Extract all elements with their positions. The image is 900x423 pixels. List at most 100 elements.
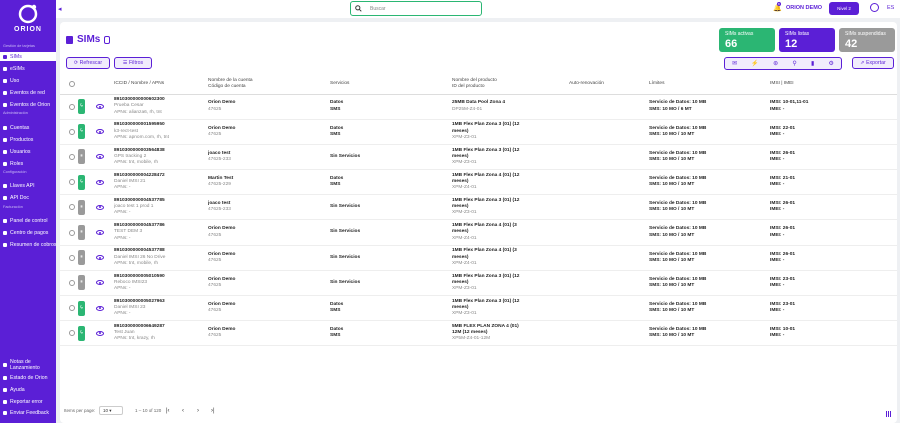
iccid[interactable]: 8910300000005010590 [114,274,165,279]
column-settings-icon[interactable] [886,411,892,417]
table-row[interactable]: ⏸ 8910300000003564838 GPS tracking 2 APNs:… [60,144,897,171]
view-eye-icon[interactable] [96,280,104,286]
table-row[interactable]: ϟ 8910300000000602300 Prueba Cesar APNs: a… [60,94,897,120]
language-selector[interactable]: ES [887,5,894,11]
sidebar-item[interactable]: Productos [0,135,56,144]
table-row[interactable]: ⏸ 8910300000004537788 Daniel IMSI 26 No D… [60,245,897,271]
iccid[interactable]: 8910300000005027963 [114,299,165,304]
suspended-status-icon[interactable]: ⏸ [78,199,85,215]
sidebar-item[interactable]: API Doc [0,193,56,202]
view-eye-icon[interactable] [96,230,104,236]
select-all-checkbox[interactable] [69,81,75,88]
sidebar-bottom-item[interactable]: Reportar error [0,397,56,406]
sidebar-item[interactable]: SIMs [0,52,56,61]
sim-info-icon[interactable] [104,35,111,44]
active-status-icon[interactable]: ϟ [78,99,85,115]
search-input[interactable]: Buscar [350,1,482,16]
row-select-checkbox[interactable] [69,153,75,160]
suspended-status-icon[interactable]: ⏸ [78,275,85,291]
table-row[interactable]: ϟ 8910300000004228472 Daniel IMSI 21 APNs:… [60,169,897,196]
stat-suspended-sims[interactable]: SIMs suspendidas 42 [839,28,895,52]
table-row[interactable]: ϟ 8910300000001595950 k3-rect-test APNs: a… [60,119,897,145]
sidebar-item[interactable]: Panel de control [0,216,56,225]
view-eye-icon[interactable] [96,330,104,336]
sidebar-item[interactable]: Eventos de Orion [0,100,56,109]
sidebar-item[interactable]: Cuentas [0,123,56,132]
col-limits[interactable]: Límites [649,75,770,95]
view-eye-icon[interactable] [96,104,104,110]
sidebar-bottom-item[interactable]: Ayuda [0,385,56,394]
first-page-icon[interactable]: |‹ [166,408,170,414]
collapse-sidebar-icon[interactable]: ◂ [58,5,62,13]
row-select-checkbox[interactable] [69,103,75,110]
view-eye-icon[interactable] [96,255,104,261]
sidebar-item[interactable]: eSIMs [0,64,56,73]
row-select-checkbox[interactable] [69,179,75,186]
row-select-checkbox[interactable] [69,279,75,286]
iccid[interactable]: 8910300000000602300 [114,97,165,102]
iccid[interactable]: 8910300000004537786 [114,223,165,228]
sidebar-bottom-item[interactable]: Notas de Lanzamiento [0,357,56,373]
row-select-checkbox[interactable] [69,254,75,261]
iccid[interactable]: 8910300000006649287 [114,324,165,329]
col-account[interactable]: Nombre de la cuenta Código de cuenta [208,75,330,95]
table-row[interactable]: ⏸ 8910300000004537786 TEST DEM 3 APNs: - O… [60,219,897,246]
prev-page-icon[interactable]: ‹ [182,408,184,414]
brand-logo[interactable]: ORION [0,3,56,33]
row-select-checkbox[interactable] [69,204,75,211]
next-page-icon[interactable]: › [197,408,199,414]
table-row[interactable]: ⏸ 8910300000004537785 joaco test 1 prod 1… [60,194,897,221]
sidebar-bottom-item[interactable]: Estado de Orion [0,373,56,382]
refresh-button[interactable]: ⟳ Refrescar [66,57,110,69]
table-row[interactable]: ⏸ 8910300000005010590 Reboco IMSI23 APNs: … [60,270,897,297]
suspended-status-icon[interactable]: ⏸ [78,225,85,241]
sidebar-item[interactable]: Eventos de red [0,88,56,97]
table-row[interactable]: ϟ 8910300000005027963 Daniel IMSI 23 APNs:… [60,295,897,322]
org-name[interactable]: ORION DEMO [786,5,822,11]
level-badge[interactable]: Nivel 2 [829,2,859,15]
sidebar-bottom-item[interactable]: Enviar Feedback [0,408,56,417]
sidebar-item[interactable]: Resumen de cobros [0,240,56,249]
lightning-icon[interactable]: ⚡ [751,60,758,67]
view-eye-icon[interactable] [96,305,104,311]
stat-active-sims[interactable]: SIMs activas 66 [719,28,775,52]
export-button[interactable]: ⇗ Exportar [852,57,894,69]
iccid[interactable]: 8910300000004537785 [114,198,165,203]
col-autorenew[interactable]: Auto-renovación [569,75,649,95]
active-status-icon[interactable]: ϟ [78,325,85,341]
suspended-status-icon[interactable]: ⏸ [78,149,85,165]
row-select-checkbox[interactable] [69,128,75,135]
iccid[interactable]: 8910300000004537788 [114,248,165,253]
iccid[interactable]: 8910300000003564838 [114,148,165,153]
col-iccid[interactable]: ICCID / Nombre / APNs [114,75,208,95]
col-services[interactable]: Servicios [330,75,452,95]
sliders-icon[interactable]: ⚙ [828,60,833,67]
last-page-icon[interactable]: ›| [211,408,215,414]
sidebar-item[interactable]: Centro de pagos [0,228,56,237]
row-select-checkbox[interactable] [69,330,75,337]
items-per-page-select[interactable]: 10 ▾ [99,406,123,415]
col-imsi-imei[interactable]: IMSI | IMEI [770,75,897,95]
view-eye-icon[interactable] [96,179,104,185]
network-icon[interactable]: ⊛ [773,60,778,67]
table-row[interactable]: ϟ 8910300000006649287 Test Juan APNs: tnt,… [60,320,897,347]
sidebar-item[interactable]: Llaves API [0,181,56,190]
signal-icon[interactable]: ▮ [811,60,814,67]
view-eye-icon[interactable] [96,129,104,135]
suspended-status-icon[interactable]: ⏸ [78,250,85,266]
col-product[interactable]: Nombre del producto ID del producto [452,75,569,95]
view-eye-icon[interactable] [96,204,104,210]
mail-icon[interactable]: ✉ [732,60,737,67]
sidebar-item[interactable]: Uso [0,76,56,85]
active-status-icon[interactable]: ϟ [78,174,85,190]
sidebar-item[interactable]: Roles [0,159,56,168]
user-account-icon[interactable] [870,3,879,12]
filters-button[interactable]: ☰ Filtros [114,57,152,69]
pin-icon[interactable]: ⚲ [792,60,796,67]
active-status-icon[interactable]: ϟ [78,124,85,140]
row-select-checkbox[interactable] [69,305,75,312]
row-select-checkbox[interactable] [69,229,75,236]
sidebar-item[interactable]: Usuarios [0,147,56,156]
iccid[interactable]: 8910300000001595950 [114,122,165,127]
view-eye-icon[interactable] [96,154,104,160]
